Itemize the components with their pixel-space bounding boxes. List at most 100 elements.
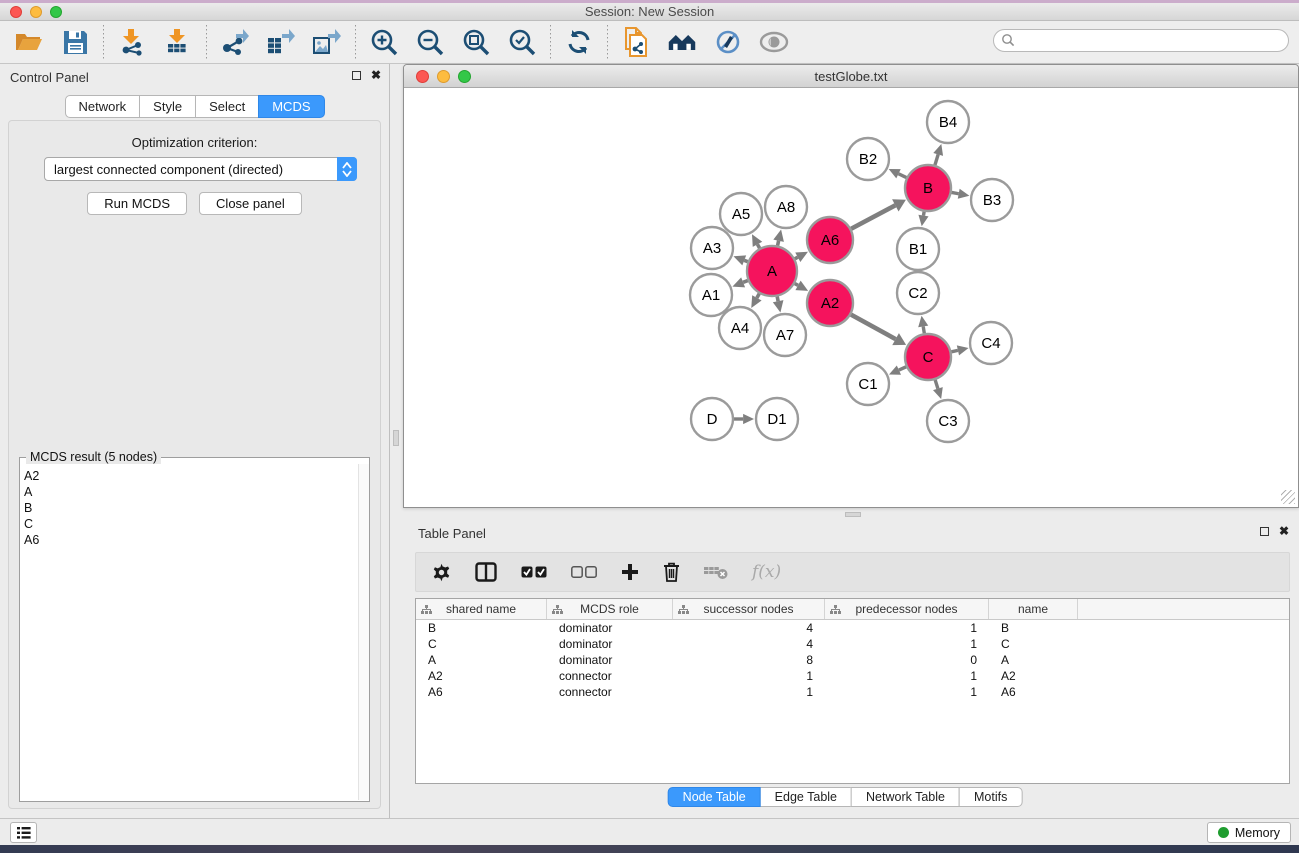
graph-edge[interactable] (743, 281, 748, 283)
table-cell[interactable]: 1 (825, 620, 989, 636)
tab-select[interactable]: Select (195, 95, 259, 118)
function-builder-icon[interactable]: f(x) (752, 562, 781, 582)
network-canvas[interactable]: B4B2BB3A8A5A6B1A3AC2A1A2A4A7C4CC1C3DD1 (405, 89, 1297, 506)
run-mcds-button[interactable]: Run MCDS (87, 192, 187, 215)
close-window-button[interactable] (10, 6, 22, 18)
table-cell[interactable]: A6 (416, 684, 547, 700)
table-cell[interactable]: C (416, 636, 547, 652)
criterion-select[interactable]: largest connected component (directed) (44, 157, 357, 181)
table-cell[interactable]: dominator (547, 652, 673, 668)
table-cell[interactable]: 1 (673, 668, 825, 684)
window-resize-grip[interactable] (1281, 490, 1295, 504)
select-all-rows-icon[interactable] (521, 566, 547, 578)
zoom-selected-icon[interactable] (507, 27, 537, 57)
column-header-predecessor-nodes[interactable]: predecessor nodes (825, 599, 989, 619)
float-table-panel-icon[interactable] (1260, 527, 1269, 536)
table-cell[interactable]: 8 (673, 652, 825, 668)
graph-edge[interactable] (851, 205, 895, 228)
graph-edge[interactable] (952, 192, 959, 193)
table-row[interactable]: A2connector11A2 (416, 668, 1289, 684)
export-network-icon[interactable] (220, 27, 250, 57)
graph-edge[interactable] (744, 260, 747, 261)
network-zoom-button[interactable] (458, 70, 471, 83)
graph-edge[interactable] (935, 380, 938, 389)
network-minimize-button[interactable] (437, 70, 450, 83)
float-panel-icon[interactable] (352, 71, 361, 80)
table-cell[interactable]: A (416, 652, 547, 668)
mcds-result-item[interactable]: B (24, 500, 357, 516)
mcds-result-item[interactable]: A (24, 484, 357, 500)
graph-edge[interactable] (795, 284, 798, 286)
search-input[interactable] (993, 29, 1289, 52)
table-cell[interactable]: dominator (547, 636, 673, 652)
column-header-successor-nodes[interactable]: successor nodes (673, 599, 825, 619)
task-history-button[interactable] (10, 822, 37, 843)
graph-edge[interactable] (778, 241, 779, 246)
column-header-MCDS-role[interactable]: MCDS role (547, 599, 673, 619)
table-cell[interactable]: 4 (673, 636, 825, 652)
mcds-result-item[interactable]: C (24, 516, 357, 532)
graph-edge[interactable] (795, 257, 798, 259)
open-browser-icon[interactable] (667, 27, 697, 57)
export-table-icon[interactable] (266, 27, 296, 57)
save-session-icon[interactable] (60, 27, 90, 57)
table-settings-gear-icon[interactable] (432, 563, 451, 582)
table-cell[interactable]: B (989, 620, 1078, 636)
memory-button[interactable]: Memory (1207, 822, 1291, 843)
horizontal-split-grip[interactable] (845, 512, 861, 517)
table-tab-node-table[interactable]: Node Table (668, 787, 761, 807)
graph-edge[interactable] (951, 350, 957, 351)
mcds-result-item[interactable]: A6 (24, 532, 357, 548)
table-cell[interactable]: C (989, 636, 1078, 652)
graph-edge[interactable] (935, 154, 938, 165)
table-cell[interactable]: A2 (416, 668, 547, 684)
graph-edge[interactable] (923, 212, 924, 216)
refresh-view-icon[interactable] (564, 27, 594, 57)
table-cell[interactable]: A6 (989, 684, 1078, 700)
graph-edge[interactable] (899, 174, 907, 178)
graph-edge[interactable] (851, 315, 896, 340)
table-tab-edge-table[interactable]: Edge Table (760, 787, 852, 807)
graph-edge[interactable] (757, 244, 759, 248)
table-cell[interactable]: 4 (673, 620, 825, 636)
vertical-split-grip[interactable] (393, 430, 399, 446)
close-panel-icon[interactable]: ✖ (371, 70, 381, 81)
table-cell[interactable]: A2 (989, 668, 1078, 684)
tab-network[interactable]: Network (64, 95, 140, 118)
zoom-fit-icon[interactable] (461, 27, 491, 57)
minimize-window-button[interactable] (30, 6, 42, 18)
zoom-out-icon[interactable] (415, 27, 445, 57)
graph-edge[interactable] (923, 326, 924, 333)
table-cell[interactable]: B (416, 620, 547, 636)
table-cell[interactable]: 1 (825, 684, 989, 700)
table-cell[interactable]: 1 (673, 684, 825, 700)
import-network-icon[interactable] (117, 27, 147, 57)
graph-edge[interactable] (777, 296, 778, 301)
table-cell[interactable]: 1 (825, 668, 989, 684)
zoom-in-icon[interactable] (369, 27, 399, 57)
table-row[interactable]: Cdominator41C (416, 636, 1289, 652)
mcds-result-item[interactable]: A2 (24, 468, 357, 484)
table-cell[interactable]: connector (547, 684, 673, 700)
tab-style[interactable]: Style (139, 95, 196, 118)
hide-labels-icon[interactable] (713, 27, 743, 57)
table-row[interactable]: Bdominator41B (416, 620, 1289, 636)
table-tab-motifs[interactable]: Motifs (959, 787, 1022, 807)
table-cell[interactable]: 0 (825, 652, 989, 668)
create-column-icon[interactable] (621, 563, 639, 581)
export-image-icon[interactable] (312, 27, 342, 57)
open-session-icon[interactable] (14, 27, 44, 57)
mcds-result-list[interactable]: A2ABCA6 (20, 466, 357, 801)
close-panel-button[interactable]: Close panel (199, 192, 302, 215)
tab-mcds[interactable]: MCDS (258, 95, 324, 118)
column-header-shared-name[interactable]: shared name (416, 599, 547, 619)
table-tab-network-table[interactable]: Network Table (851, 787, 960, 807)
graph-edge[interactable] (899, 367, 906, 370)
deselect-all-rows-icon[interactable] (571, 566, 597, 578)
table-cell[interactable]: dominator (547, 620, 673, 636)
zoom-window-button[interactable] (50, 6, 62, 18)
graph-edge[interactable] (757, 294, 759, 298)
close-table-panel-icon[interactable]: ✖ (1279, 526, 1289, 537)
show-graphics-details-icon[interactable] (759, 27, 789, 57)
mcds-result-scrollbar[interactable] (358, 464, 369, 800)
